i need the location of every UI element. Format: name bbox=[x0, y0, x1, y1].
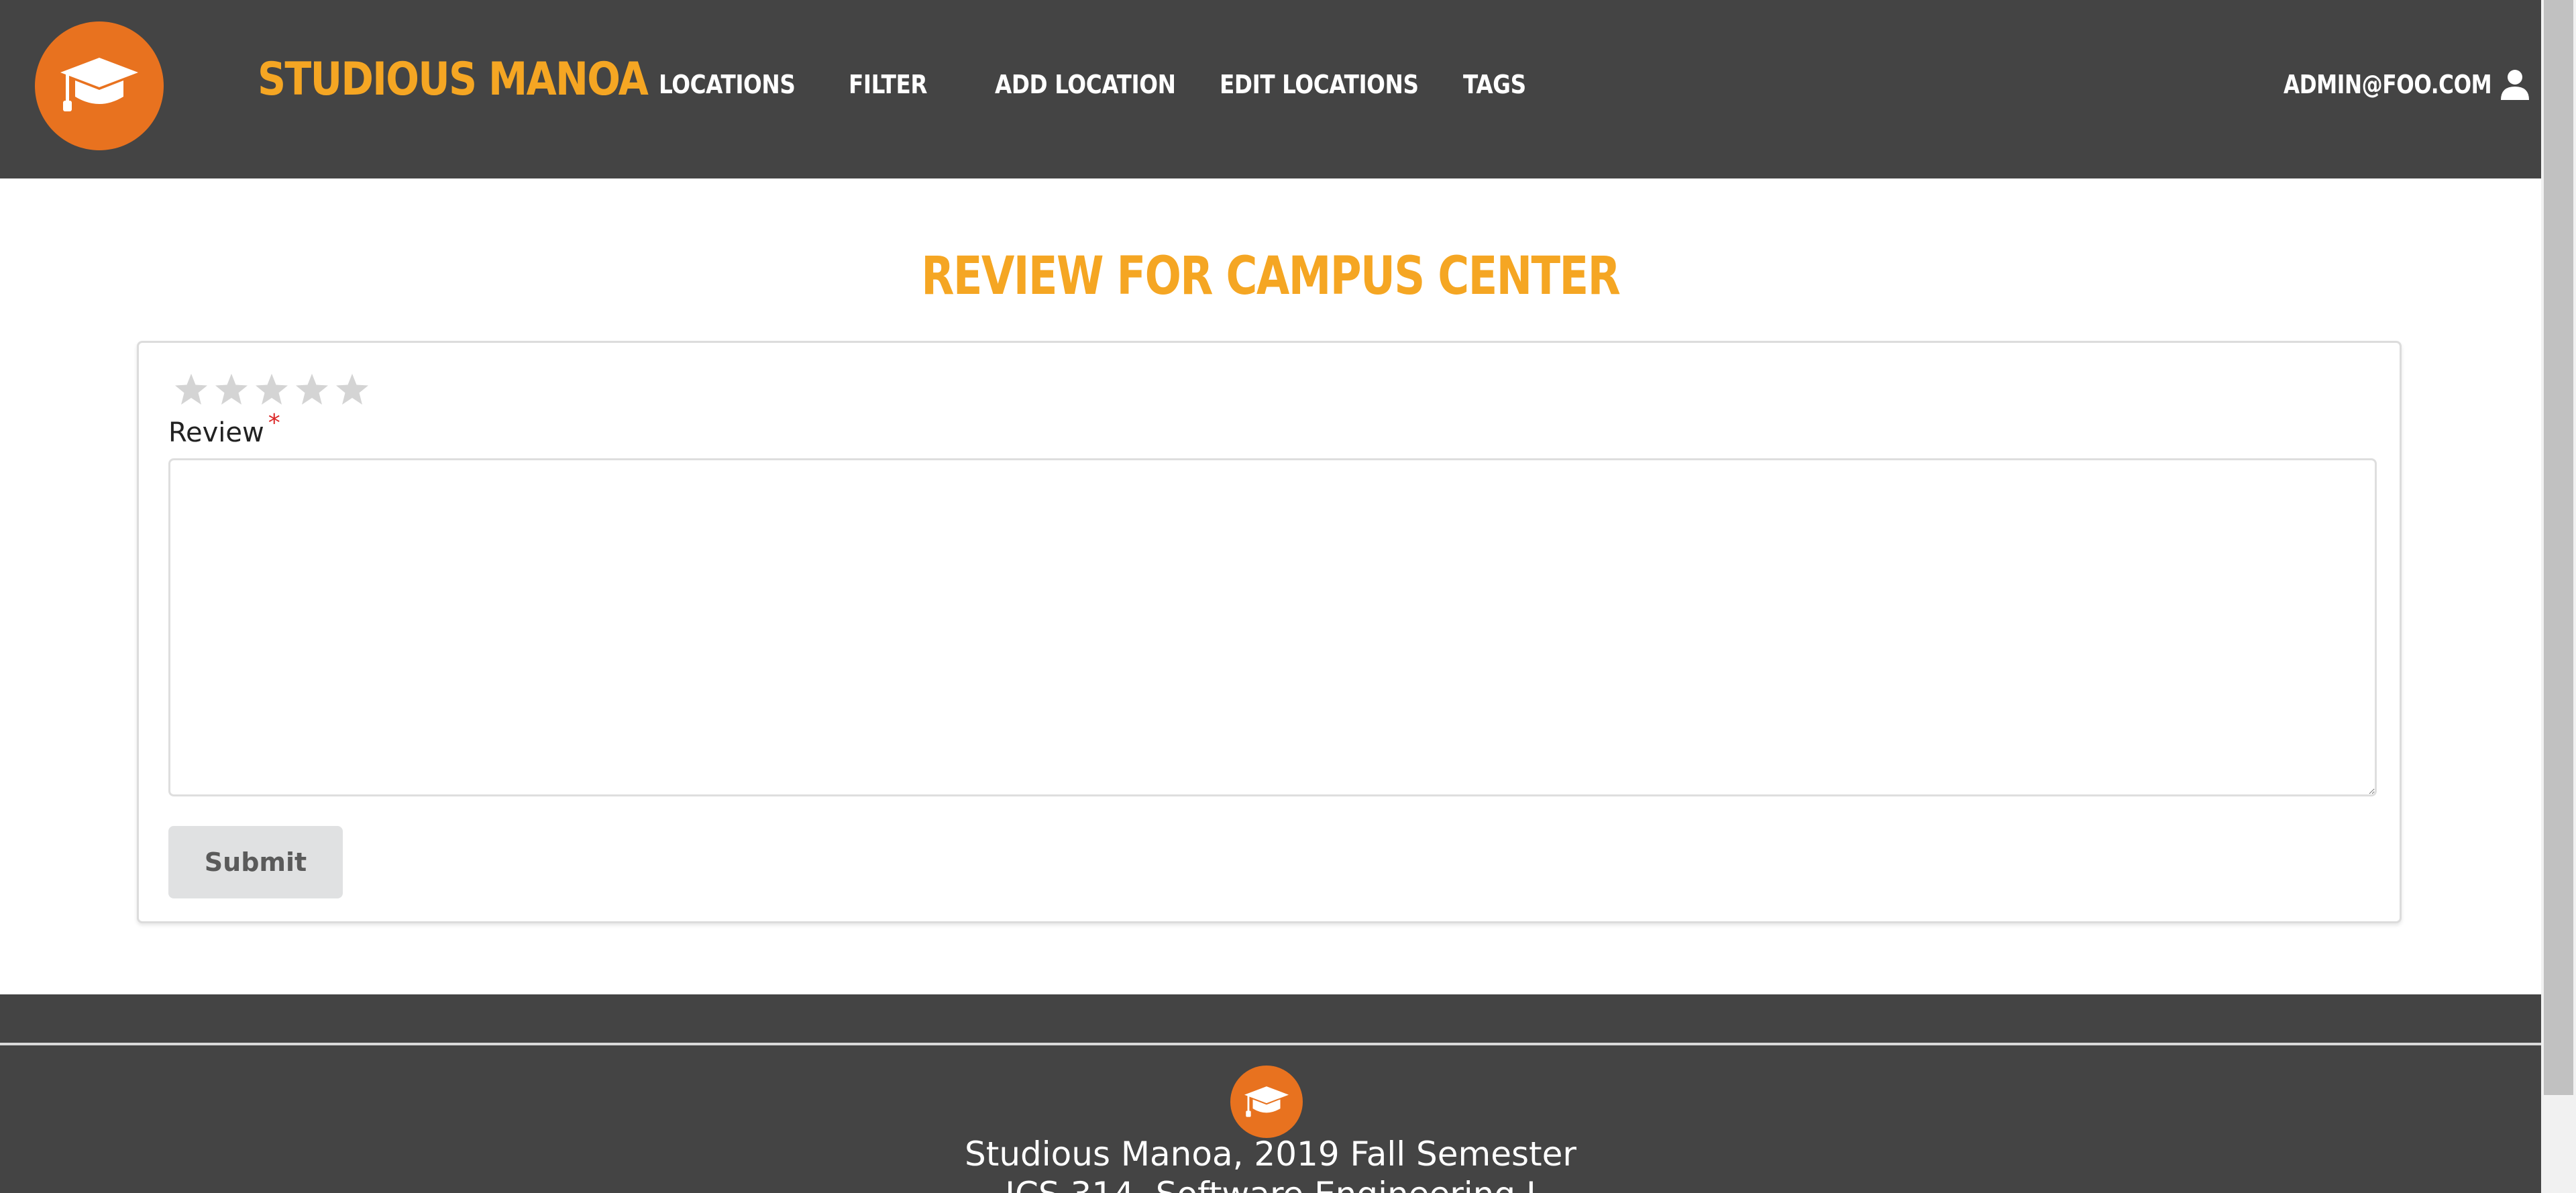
star-icon[interactable] bbox=[292, 370, 332, 410]
footer-text-line-2: ICS 314, Software Engineering I bbox=[0, 1173, 2541, 1193]
nav-tags[interactable]: TAGS bbox=[1463, 66, 1526, 103]
review-textarea[interactable] bbox=[168, 458, 2377, 796]
user-menu[interactable]: ADMIN@FOO.COM bbox=[2284, 66, 2530, 103]
user-email: ADMIN@FOO.COM bbox=[2284, 70, 2492, 99]
footer-divider bbox=[0, 1043, 2541, 1045]
review-form: Review * Submit bbox=[137, 341, 2402, 923]
graduation-cap-icon bbox=[1244, 1086, 1289, 1117]
nav-locations[interactable]: LOCATIONS bbox=[659, 66, 796, 103]
footer-text-line-1: Studious Manoa, 2019 Fall Semester bbox=[965, 1135, 1576, 1174]
page: STUDIOUS MANOA LOCATIONS FILTER ADD LOCA… bbox=[0, 0, 2541, 1193]
page-title: REVIEW FOR CAMPUS CENTER bbox=[0, 243, 2541, 310]
star-icon[interactable] bbox=[332, 370, 372, 410]
page-title-text: REVIEW FOR CAMPUS CENTER bbox=[921, 246, 1621, 307]
submit-button[interactable]: Submit bbox=[168, 826, 343, 898]
review-label-text: Review bbox=[168, 417, 264, 448]
brand-title[interactable]: STUDIOUS MANOA bbox=[258, 50, 649, 110]
nav-filter[interactable]: FILTER bbox=[849, 66, 928, 103]
scrollbar-thumb[interactable] bbox=[2544, 0, 2573, 1095]
nav-edit-locations[interactable]: EDIT LOCATIONS bbox=[1220, 66, 1419, 103]
star-icon[interactable] bbox=[171, 370, 211, 410]
star-icon[interactable] bbox=[211, 370, 252, 410]
star-rating[interactable] bbox=[171, 370, 372, 410]
graduation-cap-icon bbox=[60, 58, 138, 111]
user-icon bbox=[2501, 70, 2529, 100]
nav-add-location[interactable]: ADD LOCATION bbox=[995, 66, 1176, 103]
review-label: Review * bbox=[168, 409, 280, 454]
vertical-scrollbar[interactable] bbox=[2541, 0, 2576, 1193]
star-icon[interactable] bbox=[252, 370, 292, 410]
footer: Studious Manoa, 2019 Fall Semester ICS 3… bbox=[0, 994, 2541, 1193]
required-mark: * bbox=[268, 409, 280, 437]
top-navbar: STUDIOUS MANOA LOCATIONS FILTER ADD LOCA… bbox=[0, 0, 2541, 178]
footer-logo bbox=[1230, 1066, 1303, 1138]
browser-viewport: STUDIOUS MANOA LOCATIONS FILTER ADD LOCA… bbox=[0, 0, 2576, 1193]
logo[interactable] bbox=[35, 21, 164, 150]
